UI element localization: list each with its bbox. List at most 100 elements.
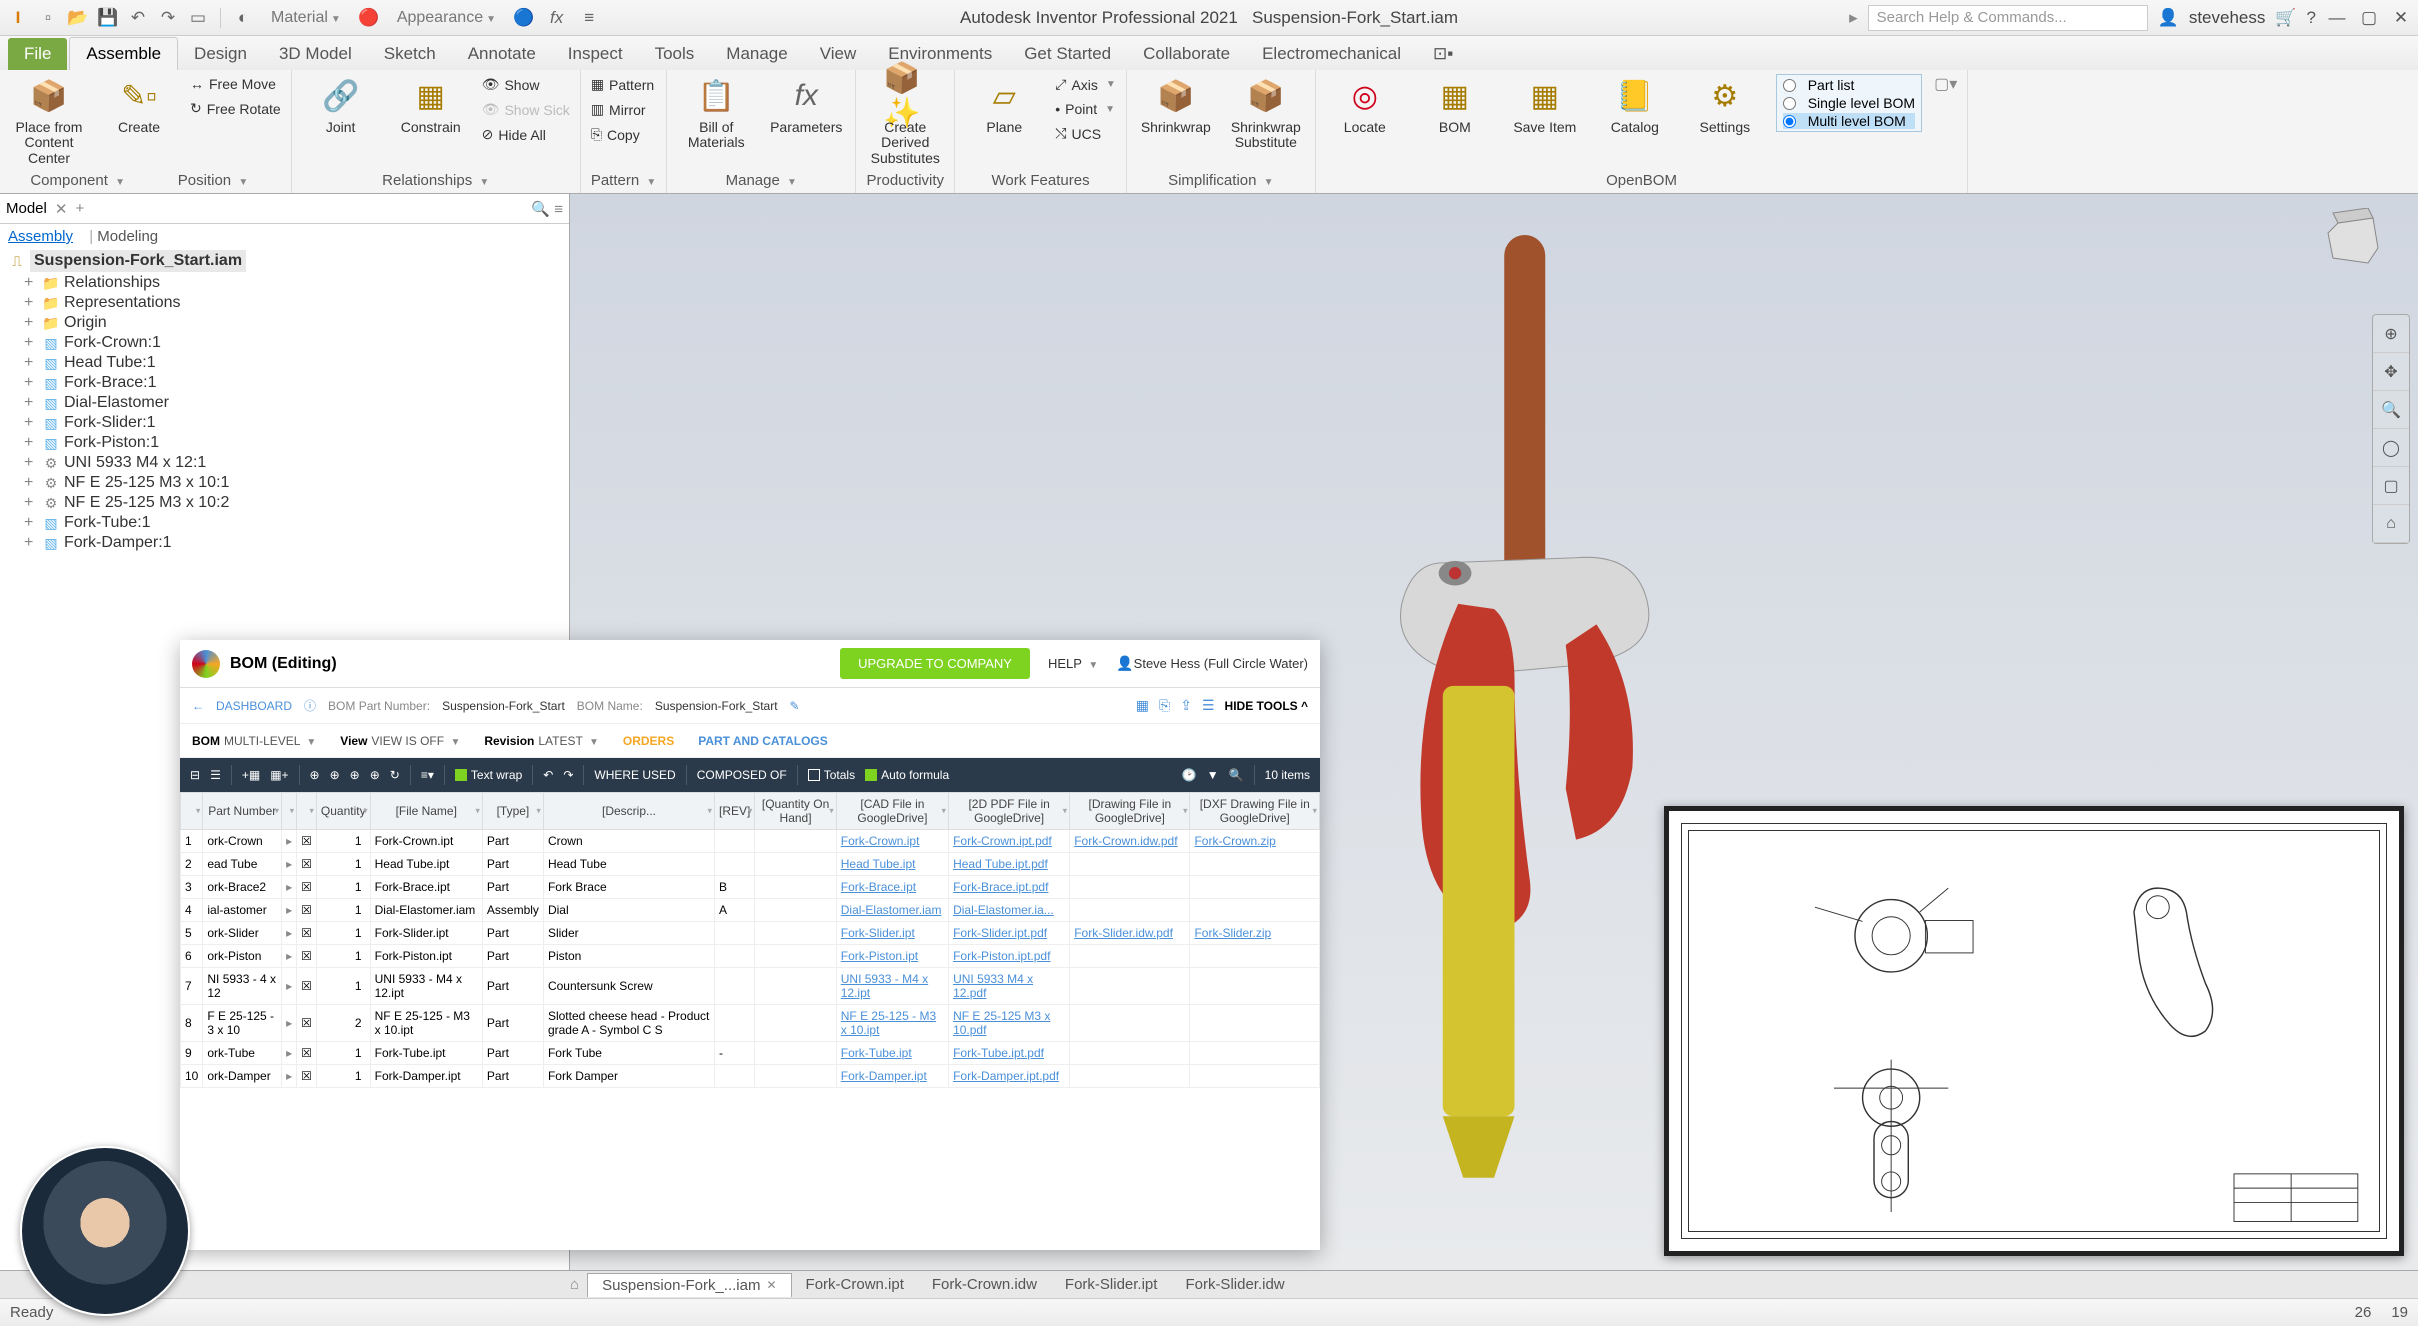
cloud-button[interactable]: ≡	[577, 6, 601, 30]
panel-close-icon[interactable]: ✕	[55, 200, 68, 218]
copy-button[interactable]: ⎘ Copy	[591, 124, 654, 145]
fx-button[interactable]: fx	[550, 8, 563, 28]
place-from-content-center-button[interactable]: 📦Place from Content Center	[10, 74, 88, 166]
auto-formula-toggle[interactable]: Auto formula	[865, 768, 949, 782]
view-filter[interactable]: ViewVIEW IS OFF ▼	[340, 734, 460, 748]
row-expand-icon[interactable]: ▸	[286, 949, 292, 963]
tab-extras[interactable]: ⊡▪	[1417, 38, 1469, 70]
tab-annotate[interactable]: Annotate	[452, 38, 552, 70]
parameters-button[interactable]: fxParameters	[767, 74, 845, 135]
share-icon[interactable]: ⇪	[1180, 697, 1192, 714]
tree-part[interactable]: +▧Head Tube:1	[8, 353, 561, 373]
material-swatch[interactable]: ◐	[231, 6, 255, 30]
viewcube[interactable]	[2318, 208, 2388, 278]
where-used-button[interactable]: WHERE USED	[594, 768, 675, 782]
edit-name-icon[interactable]: ✎	[790, 699, 800, 713]
file-link[interactable]: Fork-Piston.ipt.pdf	[953, 949, 1050, 963]
column-header[interactable]: [Drawing File in GoogleDrive]▾	[1070, 793, 1190, 830]
tree-part[interactable]: +▧Dial-Elastomer	[8, 393, 561, 413]
column-header[interactable]: ▾	[297, 793, 317, 830]
minimize-button[interactable]: —	[2326, 7, 2348, 29]
app-icon[interactable]: I	[6, 6, 30, 30]
table-row[interactable]: 9ork-Tube▸☒1Fork-Tube.iptPartFork Tube-F…	[181, 1042, 1320, 1065]
tab-inspect[interactable]: Inspect	[552, 38, 639, 70]
file-link[interactable]: Dial-Elastomer.ia...	[953, 903, 1054, 917]
help-search-input[interactable]: Search Help & Commands...	[1868, 5, 2148, 31]
tree-folder[interactable]: +📁Relationships	[8, 273, 561, 293]
tab-electromechanical[interactable]: Electromechanical	[1246, 38, 1417, 70]
settings-button[interactable]: ⚙Settings	[1686, 74, 1764, 135]
orbit-button[interactable]: ◯	[2373, 429, 2409, 467]
search-icon-2[interactable]: 🔍	[1229, 768, 1244, 782]
hide-tools-button[interactable]: HIDE TOOLS ^	[1225, 699, 1308, 713]
tree-folder[interactable]: +📁Origin	[8, 313, 561, 333]
info-icon[interactable]: ⓘ	[304, 697, 316, 714]
plane-button[interactable]: ▱Plane	[965, 74, 1043, 135]
tree-part[interactable]: +▧Fork-Slider:1	[8, 413, 561, 433]
flatten-button[interactable]: ☰	[210, 768, 221, 782]
undo-button-2[interactable]: ↶	[543, 768, 553, 782]
zoom-button[interactable]: 🔍	[2373, 391, 2409, 429]
row-expand-icon[interactable]: ▸	[286, 857, 292, 871]
shrinkwrap-substitute-button[interactable]: 📦Shrinkwrap Substitute	[1227, 74, 1305, 151]
row-expand-icon[interactable]: ▸	[286, 834, 292, 848]
file-link[interactable]: UNI 5933 - M4 x 12.ipt	[841, 972, 928, 1000]
tree-root[interactable]: Suspension-Fork_Start.iam	[30, 250, 246, 272]
column-header[interactable]: [Type]▾	[482, 793, 543, 830]
free-move-button[interactable]: ↔ Free Move	[190, 74, 281, 94]
save-item-button[interactable]: ▦Save Item	[1506, 74, 1584, 135]
align-button[interactable]: ≡▾	[421, 768, 434, 782]
tree-button[interactable]: ⊟	[190, 768, 200, 782]
group-expand-button[interactable]: ▢▾	[1934, 74, 1957, 94]
file-link[interactable]: Head Tube.ipt.pdf	[953, 857, 1048, 871]
plus-btn-2[interactable]: ⊕	[330, 768, 340, 782]
document-tab[interactable]: Fork-Slider.idw	[1171, 1273, 1298, 1297]
open-button[interactable]: 📂	[66, 6, 90, 30]
catalog-button[interactable]: 📒Catalog	[1596, 74, 1674, 135]
plus-btn-1[interactable]: ⊕	[310, 768, 320, 782]
hide-all-button[interactable]: ⊘ Hide All	[482, 124, 570, 145]
column-header[interactable]: Part Number▾	[203, 793, 282, 830]
file-link[interactable]: Fork-Slider.idw.pdf	[1074, 926, 1173, 940]
help-button[interactable]: ?	[2307, 8, 2316, 28]
steering-wheel-button[interactable]: ⊕	[2373, 315, 2409, 353]
tree-part[interactable]: +⚙NF E 25-125 M3 x 10:2	[8, 493, 561, 513]
column-header[interactable]: [Descrip...▾	[543, 793, 714, 830]
appearance-dropdown[interactable]: Appearance▼	[397, 9, 496, 27]
maximize-button[interactable]: ▢	[2358, 7, 2380, 29]
tree-folder[interactable]: +📁Representations	[8, 293, 561, 313]
file-link[interactable]: Fork-Damper.ipt	[841, 1069, 927, 1083]
column-header[interactable]: [DXF Drawing File in GoogleDrive]▾	[1190, 793, 1320, 830]
close-button[interactable]: ✕	[2390, 7, 2412, 29]
export-icon[interactable]: ☰	[1202, 697, 1215, 714]
add-col-button[interactable]: ▦+	[270, 768, 288, 782]
table-row[interactable]: 1ork-Crown▸☒1Fork-Crown.iptPartCrownFork…	[181, 830, 1320, 853]
file-link[interactable]: Head Tube.ipt	[841, 857, 916, 871]
axis-button[interactable]: ⤢ Axis ▼	[1055, 74, 1116, 95]
color-button[interactable]: 🔵	[512, 6, 536, 30]
tree-part[interactable]: +▧Fork-Tube:1	[8, 513, 561, 533]
column-header[interactable]: [Quantity On Hand]▾	[755, 793, 836, 830]
bom-button[interactable]: ▦BOM	[1416, 74, 1494, 135]
table-row[interactable]: 3ork-Brace2▸☒1Fork-Brace.iptPartFork Bra…	[181, 876, 1320, 899]
tree-part[interactable]: +▧Fork-Brace:1	[8, 373, 561, 393]
part-list-radio[interactable]: Part list	[1783, 77, 1915, 93]
back-button[interactable]: ←	[192, 699, 204, 713]
new-button[interactable]: ▫	[36, 6, 60, 30]
material-dropdown[interactable]: Material▼	[271, 9, 341, 27]
free-rotate-button[interactable]: ↻ Free Rotate	[190, 98, 281, 119]
joint-button[interactable]: 🔗Joint	[302, 74, 380, 135]
tab-collaborate[interactable]: Collaborate	[1127, 38, 1246, 70]
document-tab[interactable]: Suspension-Fork_...iam✕	[587, 1273, 791, 1297]
tab-tools[interactable]: Tools	[639, 38, 711, 70]
browser-tab-assembly[interactable]: Assembly	[8, 228, 73, 245]
totals-toggle[interactable]: Totals	[808, 768, 855, 782]
multi-level-radio[interactable]: Multi level BOM	[1783, 113, 1915, 129]
file-link[interactable]: UNI 5933 M4 x 12.pdf	[953, 972, 1033, 1000]
file-link[interactable]: Fork-Crown.zip	[1194, 834, 1275, 848]
file-link[interactable]: Fork-Damper.ipt.pdf	[953, 1069, 1059, 1083]
text-wrap-toggle[interactable]: Text wrap	[455, 768, 522, 782]
file-link[interactable]: NF E 25-125 - M3 x 10.ipt	[841, 1009, 936, 1037]
copy-icon[interactable]: ⎘	[1159, 697, 1170, 714]
row-expand-icon[interactable]: ▸	[286, 880, 292, 894]
